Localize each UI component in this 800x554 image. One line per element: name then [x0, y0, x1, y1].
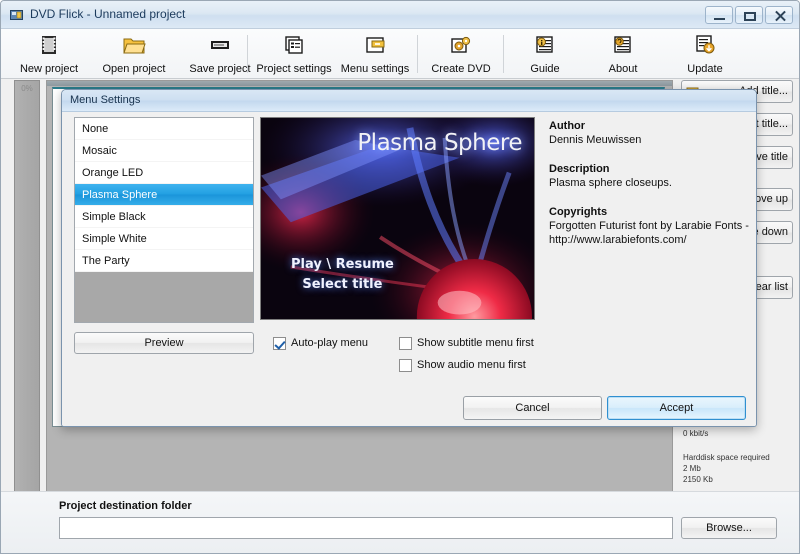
copyrights-value: Forgotten Futurist font by Larabie Fonts… — [549, 219, 749, 247]
minimize-button[interactable] — [705, 6, 733, 24]
folder-open-icon — [122, 33, 146, 57]
encode-progress-strip: 0% — [14, 80, 40, 492]
show-subtitle-menu-first-checkbox[interactable]: Show subtitle menu first — [399, 337, 534, 350]
app-icon — [10, 8, 24, 22]
checkbox-label: Auto-play menu — [291, 337, 368, 349]
dialog-title: Menu Settings — [70, 94, 140, 106]
preview-title: Plasma Sphere — [357, 130, 522, 156]
checkbox-box — [273, 337, 286, 350]
film-strip-icon — [37, 33, 61, 57]
toolbar-button-new-project[interactable]: New project — [7, 31, 91, 77]
space-required-detail: 2150 Kb — [683, 474, 713, 485]
toolbar-button-menu-settings[interactable]: Menu settings — [335, 31, 415, 77]
toolbar-button-create-dvd[interactable]: Create DVD — [421, 31, 501, 77]
space-required-label: Harddisk space required — [683, 452, 770, 463]
bitrate-stat: 0 kbit/s — [683, 428, 708, 439]
list-item[interactable]: Simple Black — [75, 206, 253, 228]
destination-folder-bar: Project destination folder Browse... — [1, 491, 799, 553]
screenshot-root: DVD Flick - Unnamed project New project — [0, 0, 800, 554]
template-info-pane: Author Dennis Meuwissen Description Plas… — [549, 120, 749, 263]
accept-button[interactable]: Accept — [607, 396, 746, 420]
close-button[interactable] — [765, 6, 793, 24]
toolbar-label: Open project — [91, 63, 177, 75]
preview-menu-item-play: Play \ Resume — [291, 255, 394, 275]
menu-settings-dialog: Menu Settings None Mosaic Orange LED Pla… — [61, 89, 757, 427]
toolbar-button-update[interactable]: Update — [665, 31, 745, 77]
copyrights-block: Copyrights Forgotten Futurist font by La… — [549, 206, 749, 247]
main-toolbar: New project Open project — [1, 29, 799, 79]
destination-folder-label: Project destination folder — [59, 500, 192, 512]
toolbar-label: Update — [665, 63, 745, 75]
toolbar-label: Project settings — [251, 63, 337, 75]
toolbar-separator — [503, 35, 504, 73]
window-controls — [705, 6, 793, 24]
floppy-disk-icon — [208, 33, 232, 57]
menu-preview-image: Plasma Sphere Play \ Resume Select title — [260, 117, 535, 320]
toolbar-button-guide[interactable]: Guide — [509, 31, 581, 77]
window-title: DVD Flick - Unnamed project — [30, 7, 185, 21]
description-block: Description Plasma sphere closeups. — [549, 163, 749, 190]
space-required-value: 2 Mb — [683, 463, 701, 474]
list-item[interactable]: None — [75, 118, 253, 140]
dialog-titlebar: Menu Settings — [62, 90, 756, 112]
toolbar-label: Guide — [509, 63, 581, 75]
update-icon — [693, 33, 717, 57]
author-heading: Author — [549, 120, 749, 132]
guide-icon — [533, 33, 557, 57]
window-titlebar: DVD Flick - Unnamed project — [1, 1, 799, 29]
preview-menu-item-select-title: Select title — [291, 275, 394, 295]
panel-tab-strip — [47, 81, 672, 86]
maximize-button[interactable] — [735, 6, 763, 24]
toolbar-label: About — [585, 63, 661, 75]
list-item[interactable]: Simple White — [75, 228, 253, 250]
checkbox-box — [399, 337, 412, 350]
preview-menu-items: Play \ Resume Select title — [291, 255, 394, 295]
list-item[interactable]: Orange LED — [75, 162, 253, 184]
toolbar-button-about[interactable]: About — [585, 31, 661, 77]
description-heading: Description — [549, 163, 749, 175]
description-value: Plasma sphere closeups. — [549, 176, 749, 190]
auto-play-menu-checkbox[interactable]: Auto-play menu — [273, 337, 368, 350]
toolbar-label: New project — [7, 63, 91, 75]
create-dvd-icon — [449, 33, 473, 57]
author-block: Author Dennis Meuwissen — [549, 120, 749, 147]
list-item[interactable]: The Party — [75, 250, 253, 272]
toolbar-button-project-settings[interactable]: Project settings — [251, 31, 337, 77]
project-settings-icon — [282, 33, 306, 57]
menu-settings-icon — [363, 33, 387, 57]
list-item-selected[interactable]: Plasma Sphere — [75, 184, 253, 206]
toolbar-button-open-project[interactable]: Open project — [91, 31, 177, 77]
progress-percent: 0% — [16, 84, 38, 93]
toolbar-label: Menu settings — [335, 63, 415, 75]
checkbox-label: Show subtitle menu first — [417, 337, 534, 349]
checkbox-label: Show audio menu first — [417, 359, 526, 371]
toolbar-separator — [417, 35, 418, 73]
author-value: Dennis Meuwissen — [549, 133, 749, 147]
menu-template-list[interactable]: None Mosaic Orange LED Plasma Sphere Sim… — [74, 117, 254, 323]
preview-button[interactable]: Preview — [74, 332, 254, 354]
dialog-body: None Mosaic Orange LED Plasma Sphere Sim… — [62, 112, 756, 426]
toolbar-separator — [247, 35, 248, 73]
show-audio-menu-first-checkbox[interactable]: Show audio menu first — [399, 359, 526, 372]
copyrights-heading: Copyrights — [549, 206, 749, 218]
browse-button[interactable]: Browse... — [681, 517, 777, 539]
toolbar-label: Create DVD — [421, 63, 501, 75]
cancel-button[interactable]: Cancel — [463, 396, 602, 420]
about-icon — [611, 33, 635, 57]
destination-folder-input[interactable] — [59, 517, 673, 539]
list-item[interactable]: Mosaic — [75, 140, 253, 162]
checkbox-box — [399, 359, 412, 372]
